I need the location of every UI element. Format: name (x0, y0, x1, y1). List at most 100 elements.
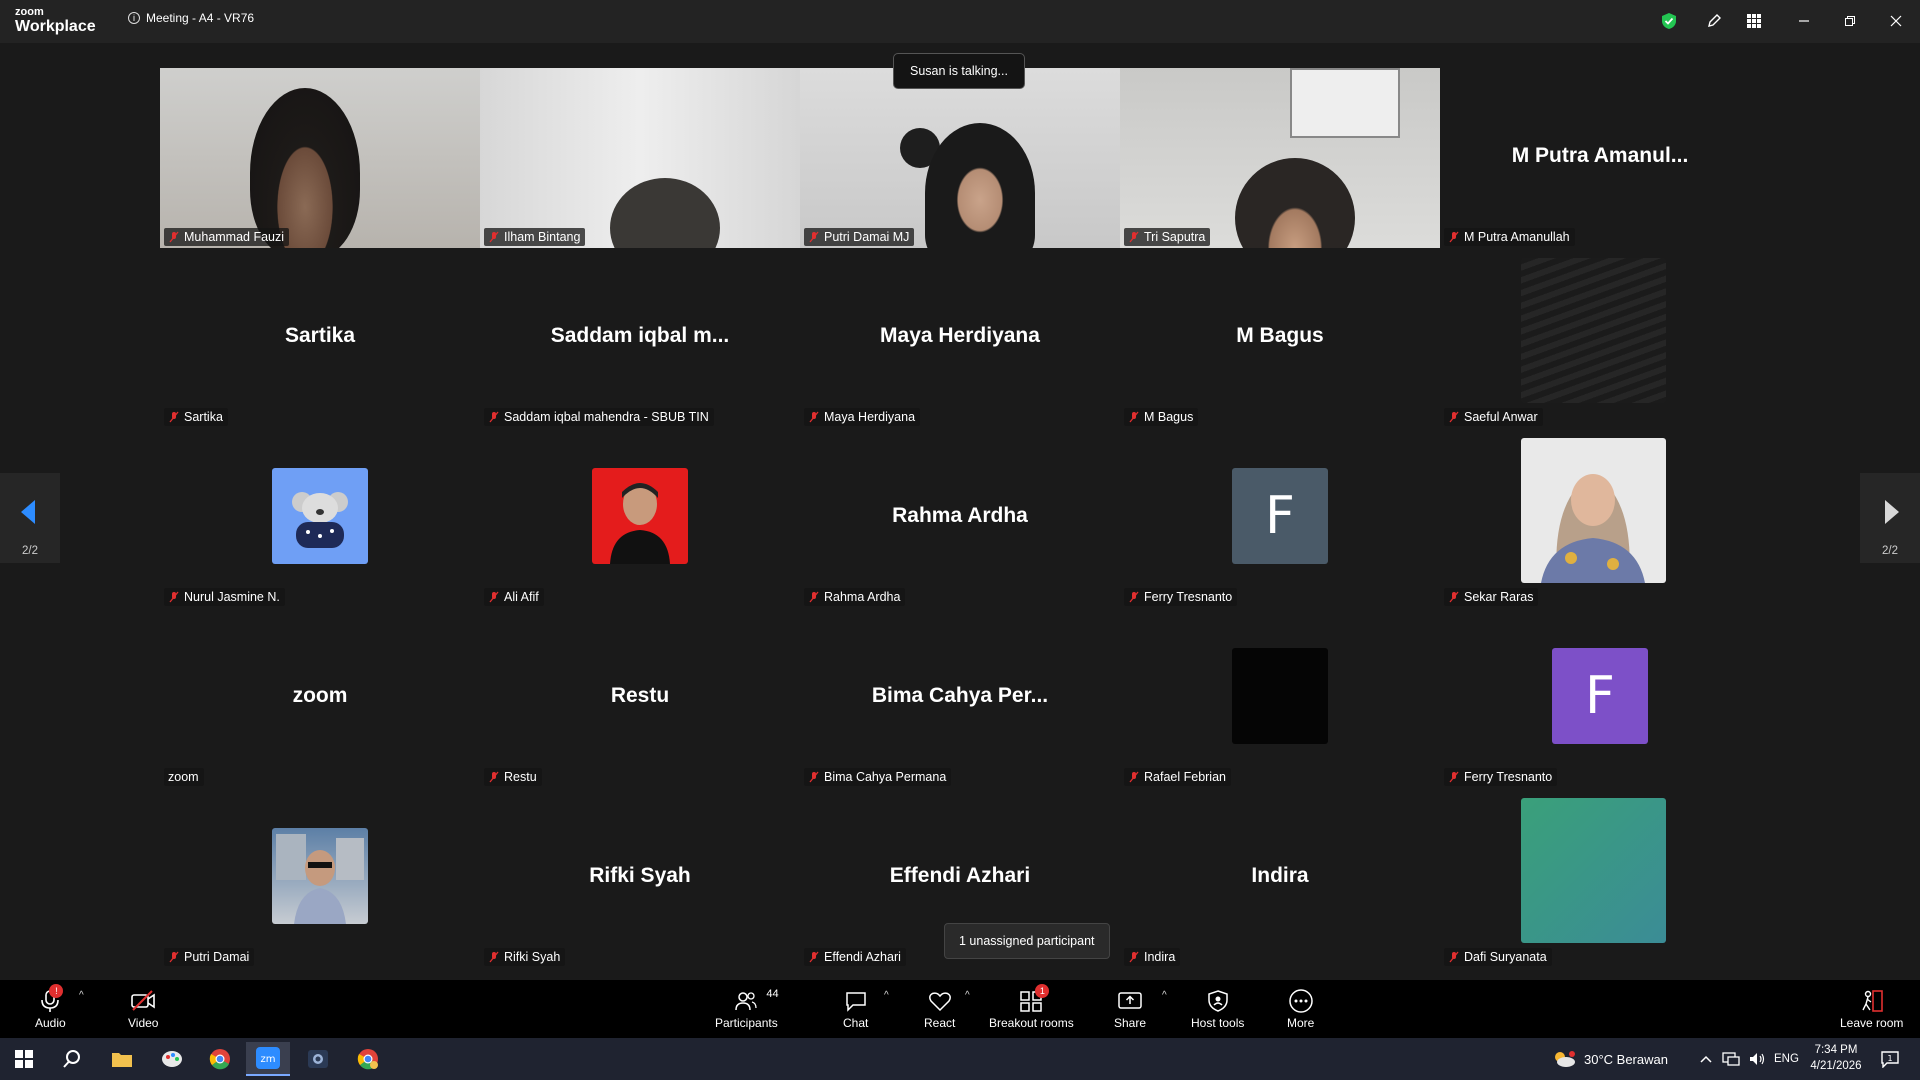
share-button[interactable]: Share (1114, 988, 1146, 1030)
shield-icon (1207, 988, 1229, 1014)
nameplate: Putri Damai MJ (804, 228, 915, 246)
audio-options-caret-icon[interactable]: ^ (79, 990, 84, 1001)
weather-widget[interactable]: 30°C Berawan (1552, 1038, 1668, 1080)
participant-name: Rafael Febrian (1144, 770, 1226, 784)
participant-tile[interactable]: M Putra Amanul... M Putra Amanullah (1440, 68, 1760, 248)
participant-figure (1235, 158, 1355, 248)
participant-tile[interactable]: Saddam iqbal m... Saddam iqbal mahendra … (480, 248, 800, 428)
notifications-icon[interactable]: 1 (1880, 1038, 1900, 1080)
mic-off-icon (1129, 951, 1139, 963)
chrome-icon[interactable] (198, 1042, 242, 1076)
video-tile[interactable]: Putri Damai MJ (800, 68, 1120, 248)
meeting-info-button[interactable]: i Meeting - A4 - VR76 (128, 11, 254, 25)
video-tile[interactable]: Muhammad Fauzi (160, 68, 480, 248)
participants-count: 44 (766, 988, 779, 1000)
participant-display-name: Maya Herdiyana (880, 324, 1040, 347)
show-hidden-icons-chevron-icon[interactable] (1700, 1038, 1712, 1080)
clock-date: 4/21/2026 (1810, 1060, 1862, 1072)
windows-taskbar: zm 30°C Berawan ENG 7:34 PM 4/21/2026 1 (0, 1038, 1920, 1080)
talking-indicator: Susan is talking... (893, 53, 1025, 89)
logo-line1: zoom (15, 6, 44, 18)
participant-name: M Bagus (1144, 410, 1194, 424)
participant-tile[interactable]: Rafael Febrian (1120, 608, 1440, 788)
mic-off-icon (169, 951, 179, 963)
chat-icon (844, 988, 868, 1014)
nameplate: Ilham Bintang (484, 228, 586, 246)
more-label: More (1287, 1016, 1315, 1030)
react-button[interactable]: React (924, 988, 955, 1030)
camera-app-icon[interactable] (296, 1042, 340, 1076)
react-label: React (924, 1016, 956, 1030)
participant-tile[interactable]: Sartika Sartika (160, 248, 480, 428)
video-tile[interactable]: Tri Saputra (1120, 68, 1440, 248)
profile-picture (272, 828, 368, 924)
participant-tile[interactable]: Ali Afif (480, 428, 800, 608)
video-off-icon (130, 988, 156, 1014)
participant-name: Nurul Jasmine N. (184, 590, 280, 604)
leave-room-button[interactable]: Leave room (1840, 988, 1903, 1030)
participant-tile[interactable]: Putri Damai (160, 788, 480, 968)
participant-name: Sartika (184, 410, 223, 424)
minimize-icon[interactable] (1793, 10, 1815, 32)
file-explorer-icon[interactable] (100, 1042, 144, 1076)
host-tools-button[interactable]: Host tools (1191, 988, 1244, 1030)
paint-app-icon[interactable] (150, 1042, 194, 1076)
mic-off-icon (809, 591, 819, 603)
annotate-pencil-icon[interactable] (1703, 10, 1725, 32)
network-icon[interactable] (1722, 1038, 1740, 1080)
participant-tile[interactable]: Maya Herdiyana Maya Herdiyana (800, 248, 1120, 428)
language-indicator[interactable]: ENG (1774, 1038, 1799, 1080)
participant-tile[interactable]: Nurul Jasmine N. (160, 428, 480, 608)
participant-name: Saeful Anwar (1464, 410, 1538, 424)
participant-figure (925, 123, 1035, 248)
search-icon[interactable] (50, 1042, 94, 1076)
breakout-rooms-button[interactable]: 1 Breakout rooms (989, 984, 1074, 1030)
participant-display-name: Indira (1251, 864, 1309, 887)
leave-door-icon (1859, 988, 1885, 1014)
participant-tile[interactable]: Bima Cahya Per... Bima Cahya Permana (800, 608, 1120, 788)
shield-check-icon[interactable] (1658, 10, 1680, 32)
participant-tile[interactable]: M Bagus M Bagus (1120, 248, 1440, 428)
video-tile[interactable]: Ilham Bintang (480, 68, 800, 248)
audio-button[interactable]: ! Audio (35, 984, 66, 1030)
participant-tile[interactable]: Indira Indira (1120, 788, 1440, 968)
participant-name: Restu (504, 770, 537, 784)
chat-button[interactable]: Chat (843, 988, 868, 1030)
participant-tile[interactable]: Rifki Syah Rifki Syah (480, 788, 800, 968)
chevron-left-icon (21, 500, 35, 524)
participant-tile[interactable]: F Ferry Tresnanto (1120, 428, 1440, 608)
next-page-button[interactable]: 2/2 (1860, 473, 1920, 563)
participant-display-name: M Bagus (1236, 324, 1324, 347)
participant-tile[interactable]: Rahma Ardha Rahma Ardha (800, 428, 1120, 608)
participants-button[interactable]: 44 Participants (715, 988, 779, 1030)
video-button[interactable]: Video (128, 988, 158, 1030)
audio-label: Audio (35, 1016, 66, 1030)
volume-icon[interactable] (1748, 1038, 1766, 1080)
participant-tile[interactable]: Sekar Raras (1440, 428, 1760, 608)
profile-picture (1232, 648, 1328, 744)
apps-grid-icon[interactable] (1743, 10, 1765, 32)
participant-tile[interactable]: Saeful Anwar (1440, 248, 1760, 428)
participant-tile[interactable]: zoom zoom (160, 608, 480, 788)
participant-display-name: zoom (292, 684, 348, 707)
participant-tile[interactable]: Dafi Suryanata (1440, 788, 1760, 968)
close-icon[interactable] (1885, 10, 1907, 32)
weather-cloud-icon (1555, 1051, 1575, 1067)
svg-text:1: 1 (1887, 1054, 1892, 1063)
windows-start-icon[interactable] (2, 1042, 46, 1076)
participant-tile[interactable]: Restu Restu (480, 608, 800, 788)
previous-page-button[interactable]: 2/2 (0, 473, 60, 563)
more-button[interactable]: More (1287, 988, 1314, 1030)
zoom-app-icon[interactable]: zm (246, 1042, 290, 1076)
letter-avatar: F (1552, 648, 1648, 744)
restore-icon[interactable] (1839, 10, 1861, 32)
participant-name: Indira (1144, 950, 1176, 964)
profile-picture-koala (272, 468, 368, 564)
chevron-right-icon (1885, 500, 1899, 524)
chrome-profile-icon[interactable] (346, 1042, 390, 1076)
react-options-caret-icon[interactable]: ^ (965, 990, 970, 1001)
chat-options-caret-icon[interactable]: ^ (884, 990, 889, 1001)
share-options-caret-icon[interactable]: ^ (1162, 990, 1167, 1001)
participant-tile[interactable]: F Ferry Tresnanto (1440, 608, 1760, 788)
clock[interactable]: 7:34 PM 4/21/2026 (1806, 1038, 1866, 1080)
